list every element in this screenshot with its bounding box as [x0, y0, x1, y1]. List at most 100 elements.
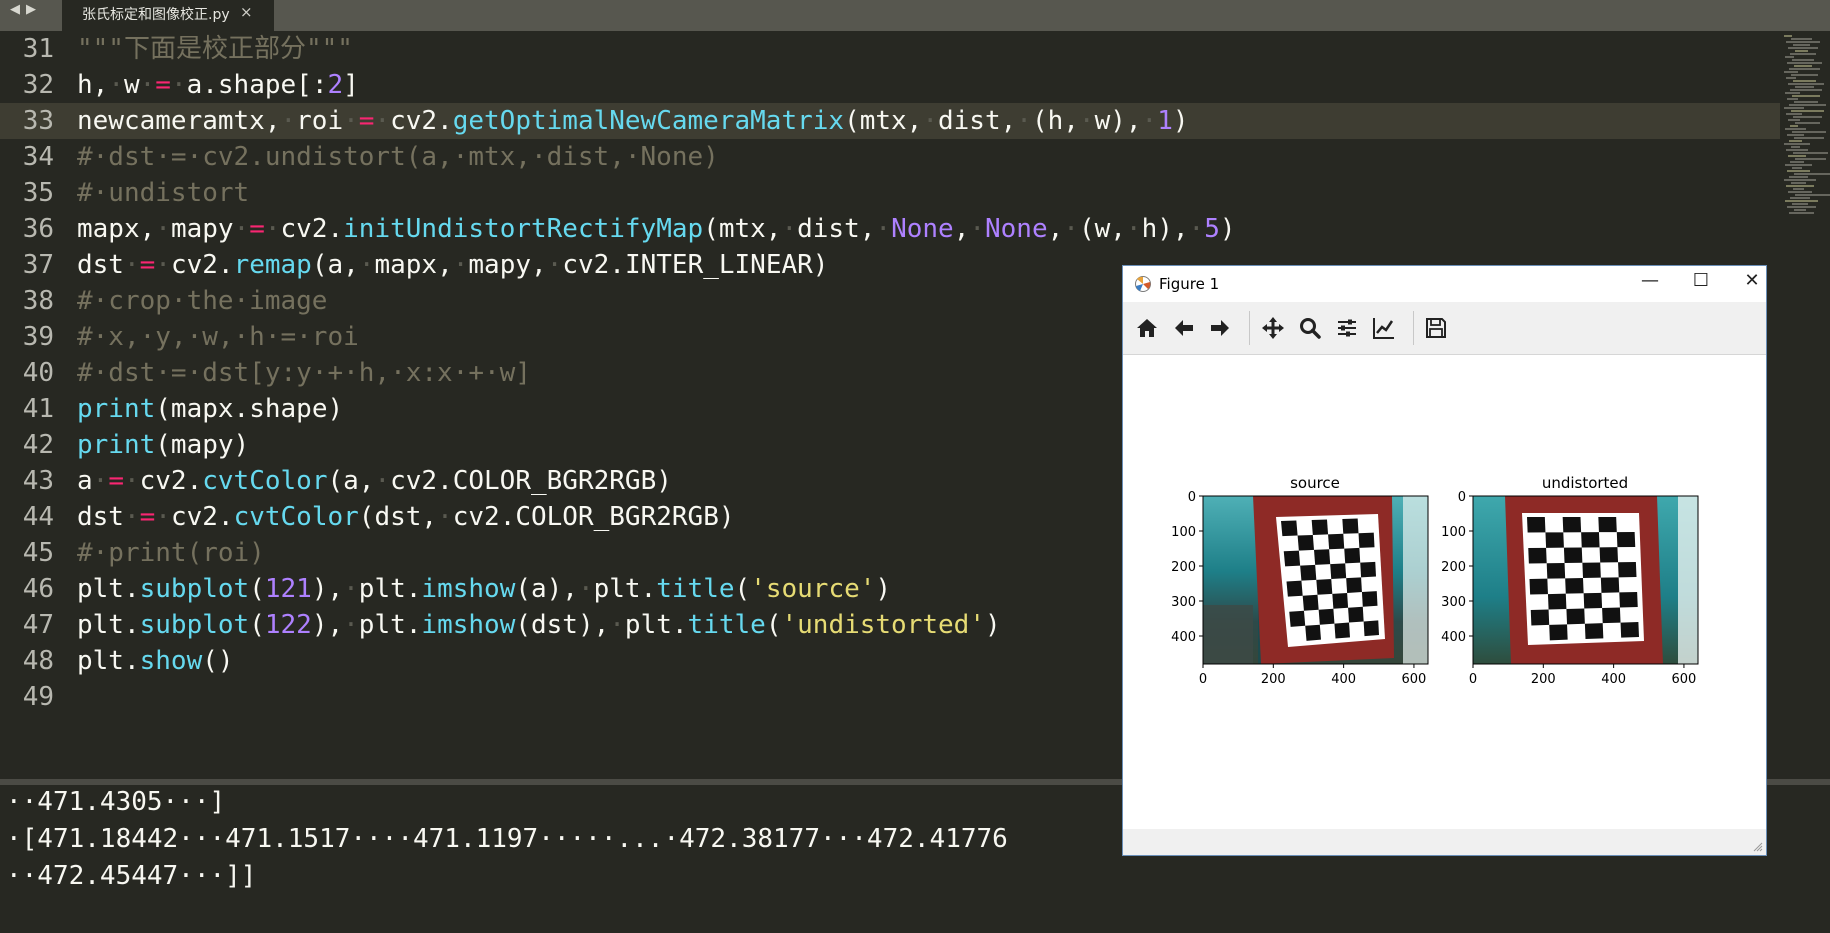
pan-icon[interactable]: [1260, 315, 1286, 341]
code-token: plt.: [77, 574, 140, 604]
code-token: title: [687, 610, 766, 640]
tab-close-icon[interactable]: ×: [240, 3, 253, 21]
code-token: getOptimalNewCameraMatrix: [452, 106, 845, 136]
minimap-line: [1786, 113, 1802, 115]
code-token: initUndistortRectifyMap: [343, 214, 704, 244]
code-token: ·: [577, 574, 594, 604]
code-line[interactable]: 33 newcameramtx,·roi·=·cv2.getOptimalNewC…: [0, 103, 1780, 139]
minimap-line: [1789, 68, 1820, 70]
code-token: 121: [264, 574, 312, 604]
line-number: 31: [22, 34, 54, 64]
code-token: dst: [77, 250, 124, 280]
minimap-line: [1791, 182, 1806, 184]
line-number: 38: [22, 286, 54, 316]
code-text: mapx,·mapy·=·cv2.initUndistortRectifyMap…: [77, 211, 1236, 247]
figure-canvas[interactable]: source undistorted 0 200 400 600 0 100 200 300 4…: [1123, 355, 1766, 829]
close-button[interactable]: ✕: [1740, 270, 1764, 291]
forward-arrow-icon[interactable]: [1207, 315, 1233, 341]
code-token: ·: [1016, 106, 1032, 136]
code-token: ·: [922, 106, 938, 136]
code-line[interactable]: 36 mapx,·mapy·=·cv2.initUndistortRectifyM…: [0, 211, 1780, 247]
subplots-config-icon[interactable]: [1334, 315, 1360, 341]
x-tick-label: 200: [1261, 672, 1286, 687]
code-token: cv2.: [280, 214, 344, 244]
code-token: plt.: [624, 610, 688, 640]
minimap-line: [1792, 95, 1820, 97]
save-icon[interactable]: [1423, 315, 1449, 341]
code-token: ·: [343, 610, 359, 640]
code-line[interactable]: 34 #·dst·=·cv2.undistort(a,·mtx,·dist,·No…: [0, 139, 1780, 175]
console-line: ·[471.18442···471.1517····471.1197·····.…: [6, 824, 1008, 854]
code-token: ·: [781, 214, 798, 244]
code-token: (a),: [515, 574, 578, 604]
line-number: 41: [22, 394, 54, 424]
line-number: 32: [22, 70, 54, 100]
minimap-line: [1794, 137, 1824, 139]
code-text: print(mapx.shape): [77, 391, 343, 427]
minimap-line: [1791, 146, 1800, 148]
checker-square: [1598, 517, 1617, 533]
code-token: ·: [452, 250, 469, 280]
code-text: dst·=·cv2.remap(a,·mapx,·mapy,·cv2.INTER…: [77, 247, 828, 283]
code-token: =: [249, 214, 265, 244]
resize-grip-icon[interactable]: [1753, 842, 1763, 852]
y-tick-label: 0: [1188, 490, 1196, 505]
minimize-button[interactable]: —: [1638, 270, 1662, 291]
code-token: =: [358, 106, 375, 136]
code-token: (: [765, 610, 782, 640]
tab-nav-arrows-icon[interactable]: ◀▶: [10, 2, 42, 17]
line-number: 35: [22, 178, 54, 208]
figure-titlebar[interactable]: Figure 1 — ☐ ✕: [1123, 266, 1766, 302]
checker-square: [1600, 577, 1620, 593]
checker-square: [1314, 549, 1331, 565]
minimap-line: [1785, 164, 1812, 166]
minimap[interactable]: [1782, 31, 1830, 779]
zoom-icon[interactable]: [1297, 315, 1323, 341]
minimap-line: [1790, 89, 1822, 91]
code-token: 2: [327, 70, 344, 100]
checker-square: [1620, 622, 1639, 638]
checker-square: [1318, 608, 1335, 625]
tab-active-file[interactable]: 张氏标定和图像校正.py ×: [62, 0, 274, 31]
code-token: ·: [1188, 214, 1205, 244]
x-tick-label: 600: [1402, 672, 1427, 687]
code-text: h,·w·=·a.shape[:2]: [77, 67, 359, 103]
code-token: ·: [123, 466, 140, 496]
minimap-line: [1791, 74, 1818, 76]
checker-square: [1547, 593, 1567, 610]
code-token: h),: [1141, 214, 1189, 244]
edit-axis-icon[interactable]: [1371, 315, 1397, 341]
code-token: ·: [155, 214, 171, 244]
checker-square: [1545, 532, 1564, 548]
code-text: #·dst·=·dst[y:y·+·h,·x:x·+·w]: [77, 355, 531, 391]
code-token: (: [249, 574, 265, 604]
maximize-button[interactable]: ☐: [1689, 270, 1713, 291]
y-tick-label: 100: [1171, 525, 1196, 540]
code-line[interactable]: 35 #·undistort: [0, 175, 1780, 211]
x-tick-label: 400: [1331, 672, 1356, 687]
back-arrow-icon[interactable]: [1171, 315, 1197, 341]
code-token: =: [139, 250, 156, 280]
minimap-line: [1789, 212, 1814, 214]
code-token: (mtx,: [703, 214, 782, 244]
home-icon[interactable]: [1134, 315, 1160, 341]
line-number: 49: [22, 682, 54, 712]
y-tick-label: 400: [1171, 630, 1196, 645]
x-tick-label: 400: [1601, 672, 1626, 687]
code-token: =: [155, 70, 171, 100]
code-token: ),: [311, 574, 344, 604]
minimap-line: [1786, 185, 1814, 187]
minimap-line: [1792, 131, 1826, 133]
y-tick-label: 300: [1441, 595, 1466, 610]
code-token: ,: [953, 214, 970, 244]
checker-square: [1344, 547, 1361, 564]
minimap-line: [1788, 191, 1812, 193]
checker-square: [1530, 609, 1550, 626]
code-token: ·: [264, 214, 281, 244]
code-token: ): [1219, 214, 1236, 244]
minimap-line: [1794, 173, 1830, 175]
code-line[interactable]: 31 """下面是校正部分""": [0, 31, 1780, 67]
line-number: 43: [22, 466, 54, 496]
code-token: cv2.COLOR_BGR2RGB): [390, 466, 672, 496]
code-line[interactable]: 32 h,·w·=·a.shape[:2]: [0, 67, 1780, 103]
